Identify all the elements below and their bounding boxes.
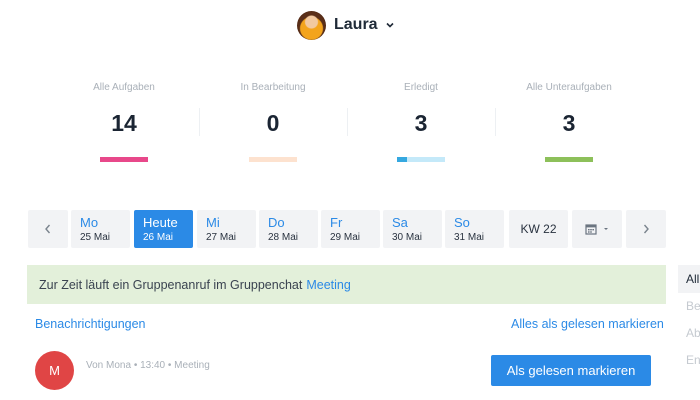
stat-progress-fill	[397, 157, 408, 162]
mark-read-button[interactable]: Als gelesen markieren	[491, 355, 651, 386]
stat-label: Alle Aufgaben	[93, 82, 155, 93]
tab-be[interactable]: Be	[678, 293, 700, 320]
tab-all[interactable]: All	[678, 265, 700, 293]
filter-tabs: All Be Ab En	[678, 265, 700, 374]
next-week-button[interactable]	[626, 210, 666, 248]
day-do[interactable]: Do 28 Mai	[259, 210, 318, 248]
group-call-notice: Zur Zeit läuft ein Gruppenanruf im Grupp…	[27, 265, 666, 304]
chevron-right-icon	[643, 224, 649, 234]
stat-value: 0	[266, 110, 280, 136]
day-name: Mi	[206, 215, 220, 230]
notice-text: Zur Zeit läuft ein Gruppenanruf im Grupp…	[39, 277, 303, 292]
caret-down-icon	[603, 228, 608, 230]
chevron-left-icon	[45, 224, 51, 234]
day-name: So	[454, 215, 470, 230]
day-date: 25 Mai	[80, 232, 111, 243]
stat-value: 3	[562, 110, 576, 136]
stat-progress-bar	[397, 157, 445, 162]
stat-value: 3	[414, 110, 428, 136]
day-today[interactable]: Heute 26 Mai	[134, 210, 193, 248]
day-date: 27 Mai	[206, 232, 237, 243]
day-sa[interactable]: Sa 30 Mai	[383, 210, 442, 248]
stat-all-subtasks: Alle Unteraufgaben 3	[495, 82, 643, 162]
day-date: 28 Mai	[268, 232, 299, 243]
stat-label: Erledigt	[404, 82, 438, 93]
day-name: Heute	[143, 215, 178, 230]
calendar-picker-button[interactable]	[572, 210, 622, 248]
user-menu[interactable]: Laura	[297, 10, 395, 40]
stat-progress-bar	[100, 157, 148, 162]
day-date: 30 Mai	[392, 232, 423, 243]
chevron-down-icon	[386, 22, 394, 28]
day-name: Do	[268, 215, 285, 230]
tab-en[interactable]: En	[678, 347, 700, 374]
day-so[interactable]: So 31 Mai	[445, 210, 504, 248]
day-mi[interactable]: Mi 27 Mai	[197, 210, 256, 248]
week-number-button[interactable]: KW 22	[509, 210, 568, 248]
tab-ab[interactable]: Ab	[678, 320, 700, 347]
day-date: 29 Mai	[330, 232, 361, 243]
stat-progress-bar	[545, 157, 593, 162]
stat-in-progress: In Bearbeitung 0	[199, 82, 347, 162]
meeting-link[interactable]: Meeting	[306, 278, 350, 292]
day-mo[interactable]: Mo 25 Mai	[71, 210, 130, 248]
stat-all-tasks: Alle Aufgaben 14	[50, 82, 198, 162]
user-avatar	[297, 10, 326, 40]
mark-all-read-link[interactable]: Alles als gelesen markieren	[511, 317, 664, 331]
user-name: Laura	[334, 16, 378, 33]
day-name: Sa	[392, 215, 408, 230]
notification-meta: Von Mona • 13:40 • Meeting	[86, 360, 210, 371]
day-name: Fr	[330, 215, 343, 230]
stat-done: Erledigt 3	[347, 82, 495, 162]
prev-week-button[interactable]	[28, 210, 68, 248]
stat-value: 14	[111, 110, 137, 136]
day-name: Mo	[80, 215, 99, 230]
calendar-icon	[584, 224, 597, 235]
day-date: 26 Mai	[143, 232, 174, 243]
stat-label: In Bearbeitung	[240, 82, 306, 93]
day-date: 31 Mai	[454, 232, 485, 243]
day-fr[interactable]: Fr 29 Mai	[321, 210, 380, 248]
stat-label: Alle Unteraufgaben	[526, 82, 612, 93]
notifications-link[interactable]: Benachrichtigungen	[35, 317, 146, 331]
avatar: M	[35, 351, 74, 390]
stat-progress-bar	[249, 157, 297, 162]
